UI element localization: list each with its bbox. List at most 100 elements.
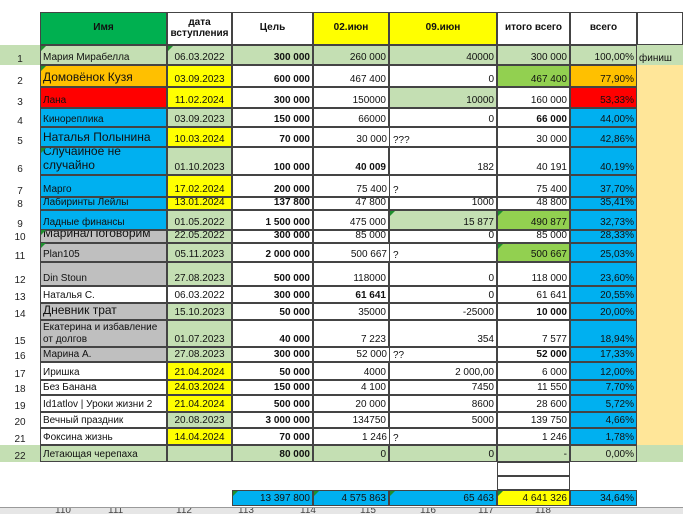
cell-week-1[interactable]: 35000: [313, 303, 389, 320]
cell-note[interactable]: [637, 303, 683, 320]
cell-goal[interactable]: 3 000 000: [232, 412, 313, 428]
cell-total[interactable]: 10 000: [497, 303, 570, 320]
cell-total[interactable]: 7 577: [497, 320, 570, 347]
cell-week-2[interactable]: 15 877: [389, 210, 497, 230]
cell-goal[interactable]: 2 000 000: [232, 243, 313, 262]
cell-week-2[interactable]: 40000: [389, 45, 497, 65]
column-header-week-1[interactable]: 02.июн: [313, 12, 389, 45]
cell-empty[interactable]: [497, 462, 570, 476]
cell-note[interactable]: [637, 175, 683, 197]
cell-goal[interactable]: 100 000: [232, 147, 313, 175]
cell-name[interactable]: Марина/Поговорим: [40, 230, 167, 243]
cell-date-joined[interactable]: 01.10.2023: [167, 147, 232, 175]
column-header-percent[interactable]: всего: [570, 12, 637, 45]
cell-note[interactable]: [637, 380, 683, 395]
cell-goal[interactable]: 200 000: [232, 175, 313, 197]
cell-percent[interactable]: 37,70%: [570, 175, 637, 197]
cell-percent[interactable]: 20,55%: [570, 286, 637, 303]
cell-total[interactable]: 500 667: [497, 243, 570, 262]
cell-week-1[interactable]: 500 667: [313, 243, 389, 262]
cell-note[interactable]: [637, 230, 683, 243]
cell-name[interactable]: Домовёнок Кузя: [40, 65, 167, 87]
cell-goal[interactable]: 500 000: [232, 262, 313, 286]
cell-total[interactable]: 6 000: [497, 362, 570, 380]
cell-week-2[interactable]: 10000: [389, 87, 497, 108]
cell-percent[interactable]: 17,33%: [570, 347, 637, 362]
cell-name[interactable]: Марго: [40, 175, 167, 197]
cell-name[interactable]: Наталья С.: [40, 286, 167, 303]
cell-week-2[interactable]: [389, 243, 497, 262]
cell-date-joined[interactable]: 27.08.2023: [167, 347, 232, 362]
cell-date-joined[interactable]: 14.04.2024: [167, 428, 232, 445]
cell-name[interactable]: Лана: [40, 87, 167, 108]
cell-week-1[interactable]: 66000: [313, 108, 389, 127]
cell-date-joined[interactable]: 01.07.2023: [167, 320, 232, 347]
cell-date-joined[interactable]: 03.09.2023: [167, 65, 232, 87]
column-header-extra[interactable]: [637, 12, 683, 45]
cell-total[interactable]: 30 000: [497, 127, 570, 147]
cell-total[interactable]: 300 000: [497, 45, 570, 65]
cell-goal[interactable]: 300 000: [232, 45, 313, 65]
cell-week-2[interactable]: 0: [389, 65, 497, 87]
cell-week-1[interactable]: 47 800: [313, 197, 389, 210]
cell-date-joined[interactable]: 06.03.2022: [167, 286, 232, 303]
cell-week-2[interactable]: 1000: [389, 197, 497, 210]
cell-total[interactable]: 75 400: [497, 175, 570, 197]
total-week-2[interactable]: 65 463: [389, 490, 497, 506]
cell-goal[interactable]: 300 000: [232, 230, 313, 243]
cell-note[interactable]: [637, 347, 683, 362]
cell-percent[interactable]: 23,60%: [570, 262, 637, 286]
cell-week-1[interactable]: 7 223: [313, 320, 389, 347]
cell-week-1[interactable]: 4 100: [313, 380, 389, 395]
cell-week-1[interactable]: 0: [313, 445, 389, 462]
cell-date-joined[interactable]: 01.05.2022: [167, 210, 232, 230]
cell-percent[interactable]: 7,70%: [570, 380, 637, 395]
cell-week-2[interactable]: 0: [389, 445, 497, 462]
cell-percent[interactable]: 100,00%: [570, 45, 637, 65]
cell-total[interactable]: -: [497, 445, 570, 462]
cell-goal[interactable]: 80 000: [232, 445, 313, 462]
cell-date-joined[interactable]: 15.10.2023: [167, 303, 232, 320]
cell-note[interactable]: [637, 147, 683, 175]
cell-goal[interactable]: 600 000: [232, 65, 313, 87]
cell-week-2[interactable]: [389, 175, 497, 197]
cell-week-2[interactable]: -25000: [389, 303, 497, 320]
cell-week-2[interactable]: [389, 428, 497, 445]
cell-percent[interactable]: 35,41%: [570, 197, 637, 210]
cell-name[interactable]: Дневник трат: [40, 303, 167, 320]
cell-percent[interactable]: 44,00%: [570, 108, 637, 127]
cell-week-2[interactable]: 7450: [389, 380, 497, 395]
cell-week-1[interactable]: 260 000: [313, 45, 389, 65]
cell-goal[interactable]: 150 000: [232, 380, 313, 395]
cell-note[interactable]: [637, 87, 683, 108]
cell-goal[interactable]: 50 000: [232, 303, 313, 320]
cell-percent[interactable]: 20,00%: [570, 303, 637, 320]
column-header-total[interactable]: итого всего: [497, 12, 570, 45]
cell-week-2[interactable]: [389, 127, 497, 147]
cell-name[interactable]: Наталья Полынина: [40, 127, 167, 147]
cell-name[interactable]: Кинореплика: [40, 108, 167, 127]
cell-week-2[interactable]: 0: [389, 286, 497, 303]
cell-note[interactable]: [637, 445, 683, 462]
cell-note[interactable]: [637, 108, 683, 127]
cell-week-2[interactable]: 8600: [389, 395, 497, 412]
cell-date-joined[interactable]: 20.08.2023: [167, 412, 232, 428]
cell-name[interactable]: Мария Мирабелла: [40, 45, 167, 65]
cell-name[interactable]: Случайное не случайно: [40, 147, 167, 175]
cell-week-1[interactable]: 134750: [313, 412, 389, 428]
cell-date-joined[interactable]: 21.04.2024: [167, 395, 232, 412]
cell-date-joined[interactable]: [167, 445, 232, 462]
cell-note[interactable]: [637, 127, 683, 147]
cell-percent[interactable]: 0,00%: [570, 445, 637, 462]
cell-note[interactable]: [637, 243, 683, 262]
cell-goal[interactable]: 50 000: [232, 362, 313, 380]
cell-goal[interactable]: 300 000: [232, 286, 313, 303]
cell-week-1[interactable]: 85 000: [313, 230, 389, 243]
column-header-goal[interactable]: Цель: [232, 12, 313, 45]
cell-week-1[interactable]: 150000: [313, 87, 389, 108]
cell-week-2[interactable]: 0: [389, 262, 497, 286]
cell-name[interactable]: Plan105: [40, 243, 167, 262]
cell-week-2[interactable]: 5000: [389, 412, 497, 428]
cell-name[interactable]: Фоксина жизнь: [40, 428, 167, 445]
cell-total[interactable]: 52 000: [497, 347, 570, 362]
